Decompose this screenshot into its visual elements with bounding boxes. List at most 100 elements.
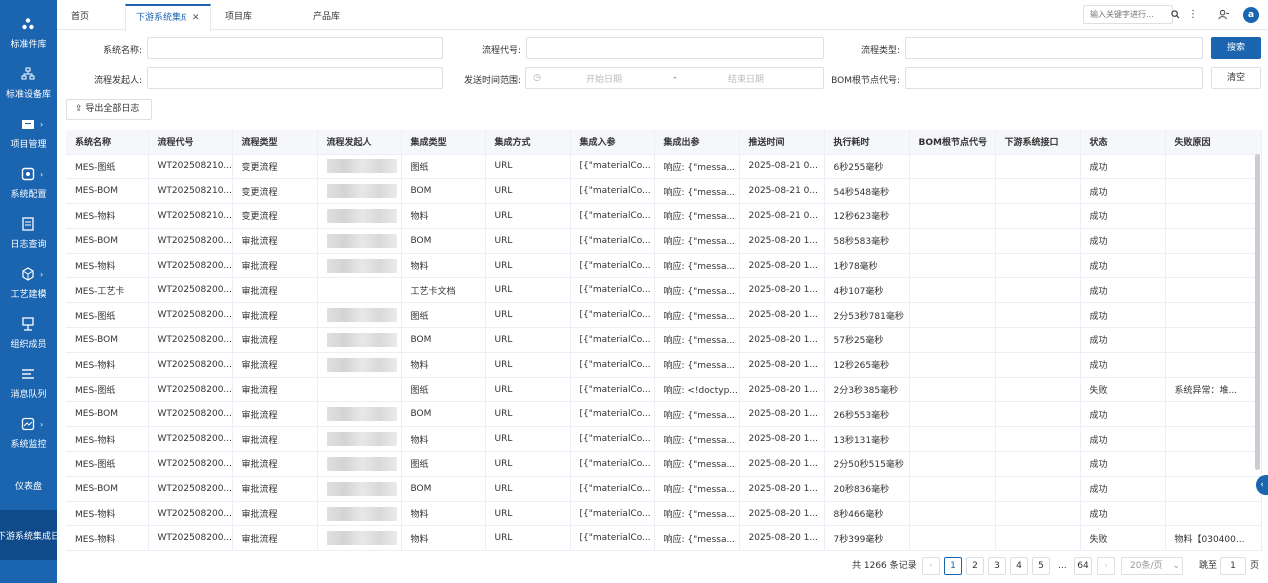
sidebar-item-label: 项目管理 xyxy=(10,139,47,150)
sidebar-item[interactable]: 系统配置 › xyxy=(0,158,57,208)
table-row[interactable]: MES-物料 WT202508200... 审批流程 物料 URL [{"material… xyxy=(66,352,1262,378)
user-icon[interactable] xyxy=(1215,6,1231,22)
table-row[interactable]: MES-图纸 WT202508200... 审批流程 图纸 URL [{"material… xyxy=(66,302,1262,329)
column-header[interactable]: 流程代号 xyxy=(148,130,233,155)
sidebar-item[interactable]: 标准件库 xyxy=(0,8,57,58)
table-row[interactable]: MES-物料 WT202508200... 审批流程 物料 URL [{"material… xyxy=(66,525,1262,552)
redacted-initiator xyxy=(326,159,397,174)
table-cell: 2025-08-20 1... xyxy=(739,501,825,527)
table-cell xyxy=(909,203,996,229)
table-row[interactable]: MES-图纸 WT202508210... 变更流程 图纸 URL [{"material… xyxy=(66,154,1262,180)
close-icon[interactable]: ✕ xyxy=(192,13,200,23)
tab-product-library[interactable]: 产品库 xyxy=(303,4,350,30)
next-page-button[interactable]: › xyxy=(1097,557,1115,575)
table-row[interactable]: MES-物料 WT202508200... 审批流程 物料 URL [{"material… xyxy=(66,253,1262,279)
start-date-input[interactable]: 开始日期 xyxy=(548,72,660,85)
column-header[interactable]: 状态 xyxy=(1080,130,1166,155)
page-button-4[interactable]: 4 xyxy=(1010,557,1028,575)
jump-page-input[interactable]: 1 xyxy=(1220,557,1246,575)
column-header[interactable]: BOM根节点代号 xyxy=(909,130,996,155)
tab-project-library[interactable]: 项目库 xyxy=(215,4,262,30)
jump-label: 跳至 xyxy=(1199,561,1218,571)
table-row[interactable]: MES-BOM WT202508200... 审批流程 BOM URL [{"materi… xyxy=(66,228,1262,254)
sidebar-item[interactable]: 下游系统集成日 xyxy=(0,510,60,560)
search-button[interactable]: 搜索 xyxy=(1211,37,1261,59)
table-row[interactable]: MES-图纸 WT202508200... 审批流程 图纸 URL [{"material… xyxy=(66,377,1262,403)
sidebar-item[interactable]: 仪表盘 xyxy=(0,460,57,510)
column-header[interactable]: 集成方式 xyxy=(485,130,571,155)
column-header[interactable]: 推送时间 xyxy=(739,130,825,155)
flow-type-input[interactable] xyxy=(905,37,1203,59)
sidebar-item[interactable]: 组织成员 xyxy=(0,308,57,358)
page-button-last[interactable]: 64 xyxy=(1074,557,1092,575)
pagination-ellipsis[interactable]: ... xyxy=(1058,557,1067,577)
avatar[interactable]: a xyxy=(1243,7,1259,23)
table-cell: [{"materialCo... xyxy=(570,525,655,552)
table-cell: 成功 xyxy=(1080,327,1166,353)
table-row[interactable]: MES-图纸 WT202508200... 审批流程 图纸 URL [{"material… xyxy=(66,451,1262,477)
table-cell: URL xyxy=(485,401,571,428)
redacted-initiator xyxy=(326,308,397,323)
search-icon[interactable] xyxy=(1167,6,1183,22)
table-row[interactable]: MES-工艺卡 WT202508200... 审批流程 工艺卡文档 URL [{"mate… xyxy=(66,277,1262,304)
table-cell xyxy=(317,327,402,353)
column-header[interactable]: 下游系统接口 xyxy=(995,130,1081,155)
table-cell: 成功 xyxy=(1080,476,1166,502)
sidebar-item[interactable]: 标准设备库 xyxy=(0,58,57,108)
table-cell: 2025-08-21 0... xyxy=(739,154,825,180)
prev-page-button[interactable]: ‹ xyxy=(922,557,940,575)
column-header[interactable]: 流程发起人 xyxy=(317,130,402,155)
more-vertical-icon[interactable]: ⋮ xyxy=(1185,6,1201,22)
table-cell xyxy=(909,476,996,502)
table-row[interactable]: MES-BOM WT202508200... 审批流程 BOM URL [{"materi… xyxy=(66,476,1262,502)
tab-home[interactable]: 首页 xyxy=(61,4,99,30)
column-header[interactable]: 集成出参 xyxy=(654,130,740,155)
table-cell: 审批流程 xyxy=(232,501,318,527)
table-cell: 12秒265毫秒 xyxy=(824,352,910,378)
sidebar-item[interactable]: 系统监控 › xyxy=(0,408,57,458)
redacted-initiator xyxy=(326,481,397,496)
page-button-1[interactable]: 1 xyxy=(944,557,962,575)
export-all-logs-button[interactable]: ⇪ 导出全部日志 xyxy=(66,99,152,120)
table-row[interactable]: MES-物料 WT202508210... 变更流程 物料 URL [{"material… xyxy=(66,203,1262,229)
table-cell: URL xyxy=(485,178,571,205)
sidebar-item[interactable]: 消息队列 xyxy=(0,358,57,408)
table-row[interactable]: MES-BOM WT202508200... 审批流程 BOM URL [{"materi… xyxy=(66,327,1262,353)
page-button-5[interactable]: 5 xyxy=(1032,557,1050,575)
end-date-input[interactable]: 结束日期 xyxy=(690,72,802,85)
system-name-label: 系统名称: xyxy=(102,46,142,56)
system-name-input[interactable] xyxy=(147,37,443,59)
clear-button[interactable]: 清空 xyxy=(1211,67,1261,89)
page-size-select[interactable]: 20条/页 ⌄ xyxy=(1121,557,1183,575)
table-row[interactable]: MES-BOM WT202508200... 审批流程 BOM URL [{"materi… xyxy=(66,401,1262,428)
column-header[interactable]: 失败原因 xyxy=(1165,130,1262,155)
table-row[interactable]: MES-物料 WT202508200... 审批流程 物料 URL [{"material… xyxy=(66,501,1262,527)
bom-code-input[interactable] xyxy=(905,67,1203,89)
redacted-initiator xyxy=(326,184,397,199)
page-button-3[interactable]: 3 xyxy=(988,557,1006,575)
send-time-range-picker[interactable]: ◷ 开始日期 - 结束日期 xyxy=(525,67,824,89)
table-scrollbar[interactable] xyxy=(1255,154,1260,470)
column-header[interactable]: 执行耗时 xyxy=(824,130,910,155)
redacted-initiator xyxy=(326,407,397,422)
table-row[interactable]: MES-物料 WT202508200... 审批流程 物料 URL [{"material… xyxy=(66,426,1262,453)
sidebar-item[interactable]: 日志查询 xyxy=(0,208,57,258)
sidebar-item[interactable]: 项目管理 › xyxy=(0,108,57,158)
table-cell: [{"materialCo... xyxy=(570,501,655,527)
column-header[interactable]: 流程类型 xyxy=(232,130,318,155)
page-button-2[interactable]: 2 xyxy=(966,557,984,575)
table-cell: MES-物料 xyxy=(66,253,149,279)
table-row[interactable]: MES-BOM WT202508210... 变更流程 BOM URL [{"materi… xyxy=(66,178,1262,205)
sidebar-item[interactable]: 工艺建模 › xyxy=(0,258,57,308)
flow-code-input[interactable] xyxy=(526,37,824,59)
initiator-input[interactable] xyxy=(147,67,443,89)
column-header[interactable]: 系统名称 xyxy=(66,130,149,155)
redacted-initiator xyxy=(326,208,397,223)
table-cell: WT202508200... xyxy=(148,476,233,502)
tab-downstream-integration[interactable]: 下游系统集成 ✕ xyxy=(125,4,211,31)
table-cell: 2025-08-20 1... xyxy=(739,377,825,403)
column-header[interactable]: 集成入参 xyxy=(570,130,655,155)
column-header[interactable]: 集成类型 xyxy=(401,130,486,155)
table-cell: 20秒836毫秒 xyxy=(824,476,910,502)
global-search-input[interactable] xyxy=(1083,5,1173,24)
